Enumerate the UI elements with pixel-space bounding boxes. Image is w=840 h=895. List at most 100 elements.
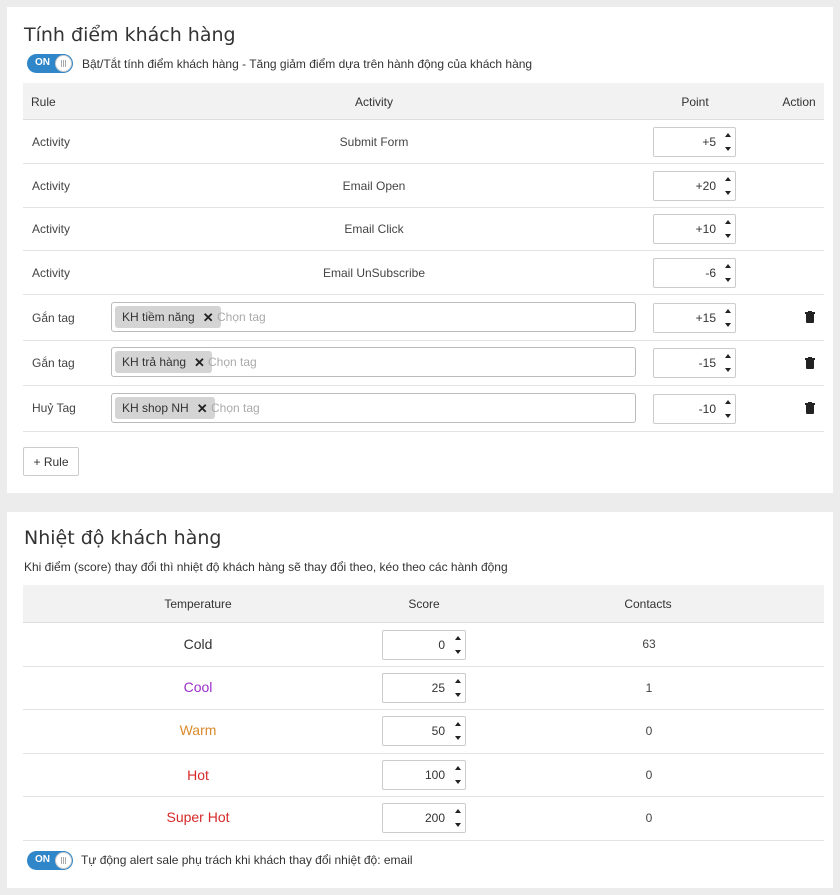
tag-placeholder: Chọn tag	[217, 310, 266, 324]
remove-tag-icon[interactable]: ✕	[197, 402, 208, 415]
point-stepper[interactable]	[653, 127, 736, 157]
tag-placeholder: Chọn tag	[208, 355, 257, 369]
point-stepper[interactable]	[653, 214, 736, 244]
header-temperature: Temperature	[164, 597, 232, 611]
point-stepper[interactable]	[653, 258, 736, 288]
point-input[interactable]	[654, 215, 716, 243]
increment-icon[interactable]	[455, 766, 461, 770]
customer-temperature-panel: Nhiệt độ khách hàng Khi điểm (score) tha…	[7, 512, 833, 888]
activity-cell: Email UnSubscribe	[322, 266, 426, 280]
point-stepper[interactable]	[653, 303, 736, 333]
point-input[interactable]	[654, 128, 716, 156]
tag-chip-label: KH trả hàng	[122, 355, 187, 369]
score-stepper[interactable]	[382, 760, 466, 790]
score-input[interactable]	[383, 631, 445, 659]
decrement-icon[interactable]	[455, 823, 461, 827]
point-input[interactable]	[654, 349, 716, 377]
trash-icon[interactable]	[805, 402, 815, 414]
increment-icon[interactable]	[455, 679, 461, 683]
tag-rule-row: Gắn tag KH trả hàng ✕ Chọn tag	[23, 341, 824, 386]
temperature-row: Cold 63	[23, 623, 824, 667]
increment-icon[interactable]	[455, 809, 461, 813]
point-stepper[interactable]	[653, 171, 736, 201]
tag-placeholder: Chọn tag	[211, 401, 260, 415]
customer-scoring-panel: Tính điểm khách hàng ON Bật/Tắt tính điể…	[7, 7, 833, 493]
increment-icon[interactable]	[725, 354, 731, 358]
increment-icon[interactable]	[725, 220, 731, 224]
remove-tag-icon[interactable]: ✕	[194, 356, 205, 369]
toggle-knob-icon	[55, 852, 72, 869]
decrement-icon[interactable]	[455, 736, 461, 740]
increment-icon[interactable]	[725, 133, 731, 137]
activity-cell: Email Click	[344, 222, 404, 236]
rule-cell: Gắn tag	[32, 311, 75, 325]
activity-cell: Email Open	[342, 179, 406, 193]
increment-icon[interactable]	[725, 309, 731, 313]
score-stepper[interactable]	[382, 673, 466, 703]
scoring-toggle-state: ON	[35, 57, 50, 68]
temperature-row: Cool 1	[23, 667, 824, 710]
decrement-icon[interactable]	[455, 693, 461, 697]
score-input[interactable]	[383, 717, 445, 745]
scoring-title: Tính điểm khách hàng	[24, 24, 236, 46]
decrement-icon[interactable]	[725, 234, 731, 238]
point-stepper[interactable]	[653, 348, 736, 378]
toggle-knob-icon	[55, 55, 72, 72]
point-input[interactable]	[654, 259, 716, 287]
decrement-icon[interactable]	[455, 780, 461, 784]
header-contacts: Contacts	[624, 597, 672, 611]
point-stepper[interactable]	[653, 394, 736, 424]
decrement-icon[interactable]	[725, 414, 731, 418]
decrement-icon[interactable]	[725, 368, 731, 372]
header-score: Score	[408, 597, 440, 611]
trash-icon[interactable]	[805, 311, 815, 323]
score-input[interactable]	[383, 761, 445, 789]
alert-toggle-state: ON	[35, 854, 50, 865]
decrement-icon[interactable]	[725, 191, 731, 195]
contacts-count: 63	[642, 637, 656, 651]
tag-select[interactable]: KH tiềm năng ✕ Chọn tag	[111, 302, 636, 332]
alert-toggle[interactable]: ON	[27, 851, 73, 870]
point-input[interactable]	[654, 172, 716, 200]
remove-tag-icon[interactable]: ✕	[203, 311, 214, 324]
increment-icon[interactable]	[725, 177, 731, 181]
trash-icon[interactable]	[805, 357, 815, 369]
point-input[interactable]	[654, 395, 716, 423]
activity-row: Activity Email Click	[23, 208, 824, 251]
increment-icon[interactable]	[725, 264, 731, 268]
contacts-count: 0	[645, 768, 653, 782]
tag-chip: KH shop NH ✕	[115, 397, 215, 419]
activity-row: Activity Email UnSubscribe	[23, 251, 824, 295]
decrement-icon[interactable]	[725, 323, 731, 327]
rule-cell: Activity	[32, 179, 71, 193]
score-input[interactable]	[383, 674, 445, 702]
score-stepper[interactable]	[382, 803, 466, 833]
score-stepper[interactable]	[382, 630, 466, 660]
activity-row: Activity Submit Form	[23, 120, 824, 164]
temperature-row: Hot 0	[23, 754, 824, 797]
score-input[interactable]	[383, 804, 445, 832]
header-action: Action	[782, 95, 816, 109]
point-input[interactable]	[654, 304, 716, 332]
scoring-toggle-label: Bật/Tắt tính điểm khách hàng - Tăng giảm…	[82, 57, 533, 71]
decrement-icon[interactable]	[725, 278, 731, 282]
add-rule-button[interactable]: + Rule	[23, 447, 79, 476]
activity-row: Activity Email Open	[23, 164, 824, 208]
tag-chip-label: KH tiềm năng	[122, 310, 195, 324]
increment-icon[interactable]	[455, 722, 461, 726]
header-rule: Rule	[31, 95, 56, 109]
tag-select[interactable]: KH shop NH ✕ Chọn tag	[111, 393, 636, 423]
score-stepper[interactable]	[382, 716, 466, 746]
scoring-toggle[interactable]: ON	[27, 54, 73, 73]
increment-icon[interactable]	[455, 636, 461, 640]
rule-cell: Gắn tag	[32, 356, 75, 370]
increment-icon[interactable]	[725, 400, 731, 404]
decrement-icon[interactable]	[455, 650, 461, 654]
contacts-count: 0	[645, 811, 653, 825]
rule-cell: Activity	[32, 266, 71, 280]
alert-toggle-label: Tự động alert sale phụ trách khi khách t…	[81, 853, 413, 867]
contacts-count: 1	[645, 681, 653, 695]
rule-cell: Activity	[32, 222, 71, 236]
tag-select[interactable]: KH trả hàng ✕ Chọn tag	[111, 347, 636, 377]
decrement-icon[interactable]	[725, 147, 731, 151]
